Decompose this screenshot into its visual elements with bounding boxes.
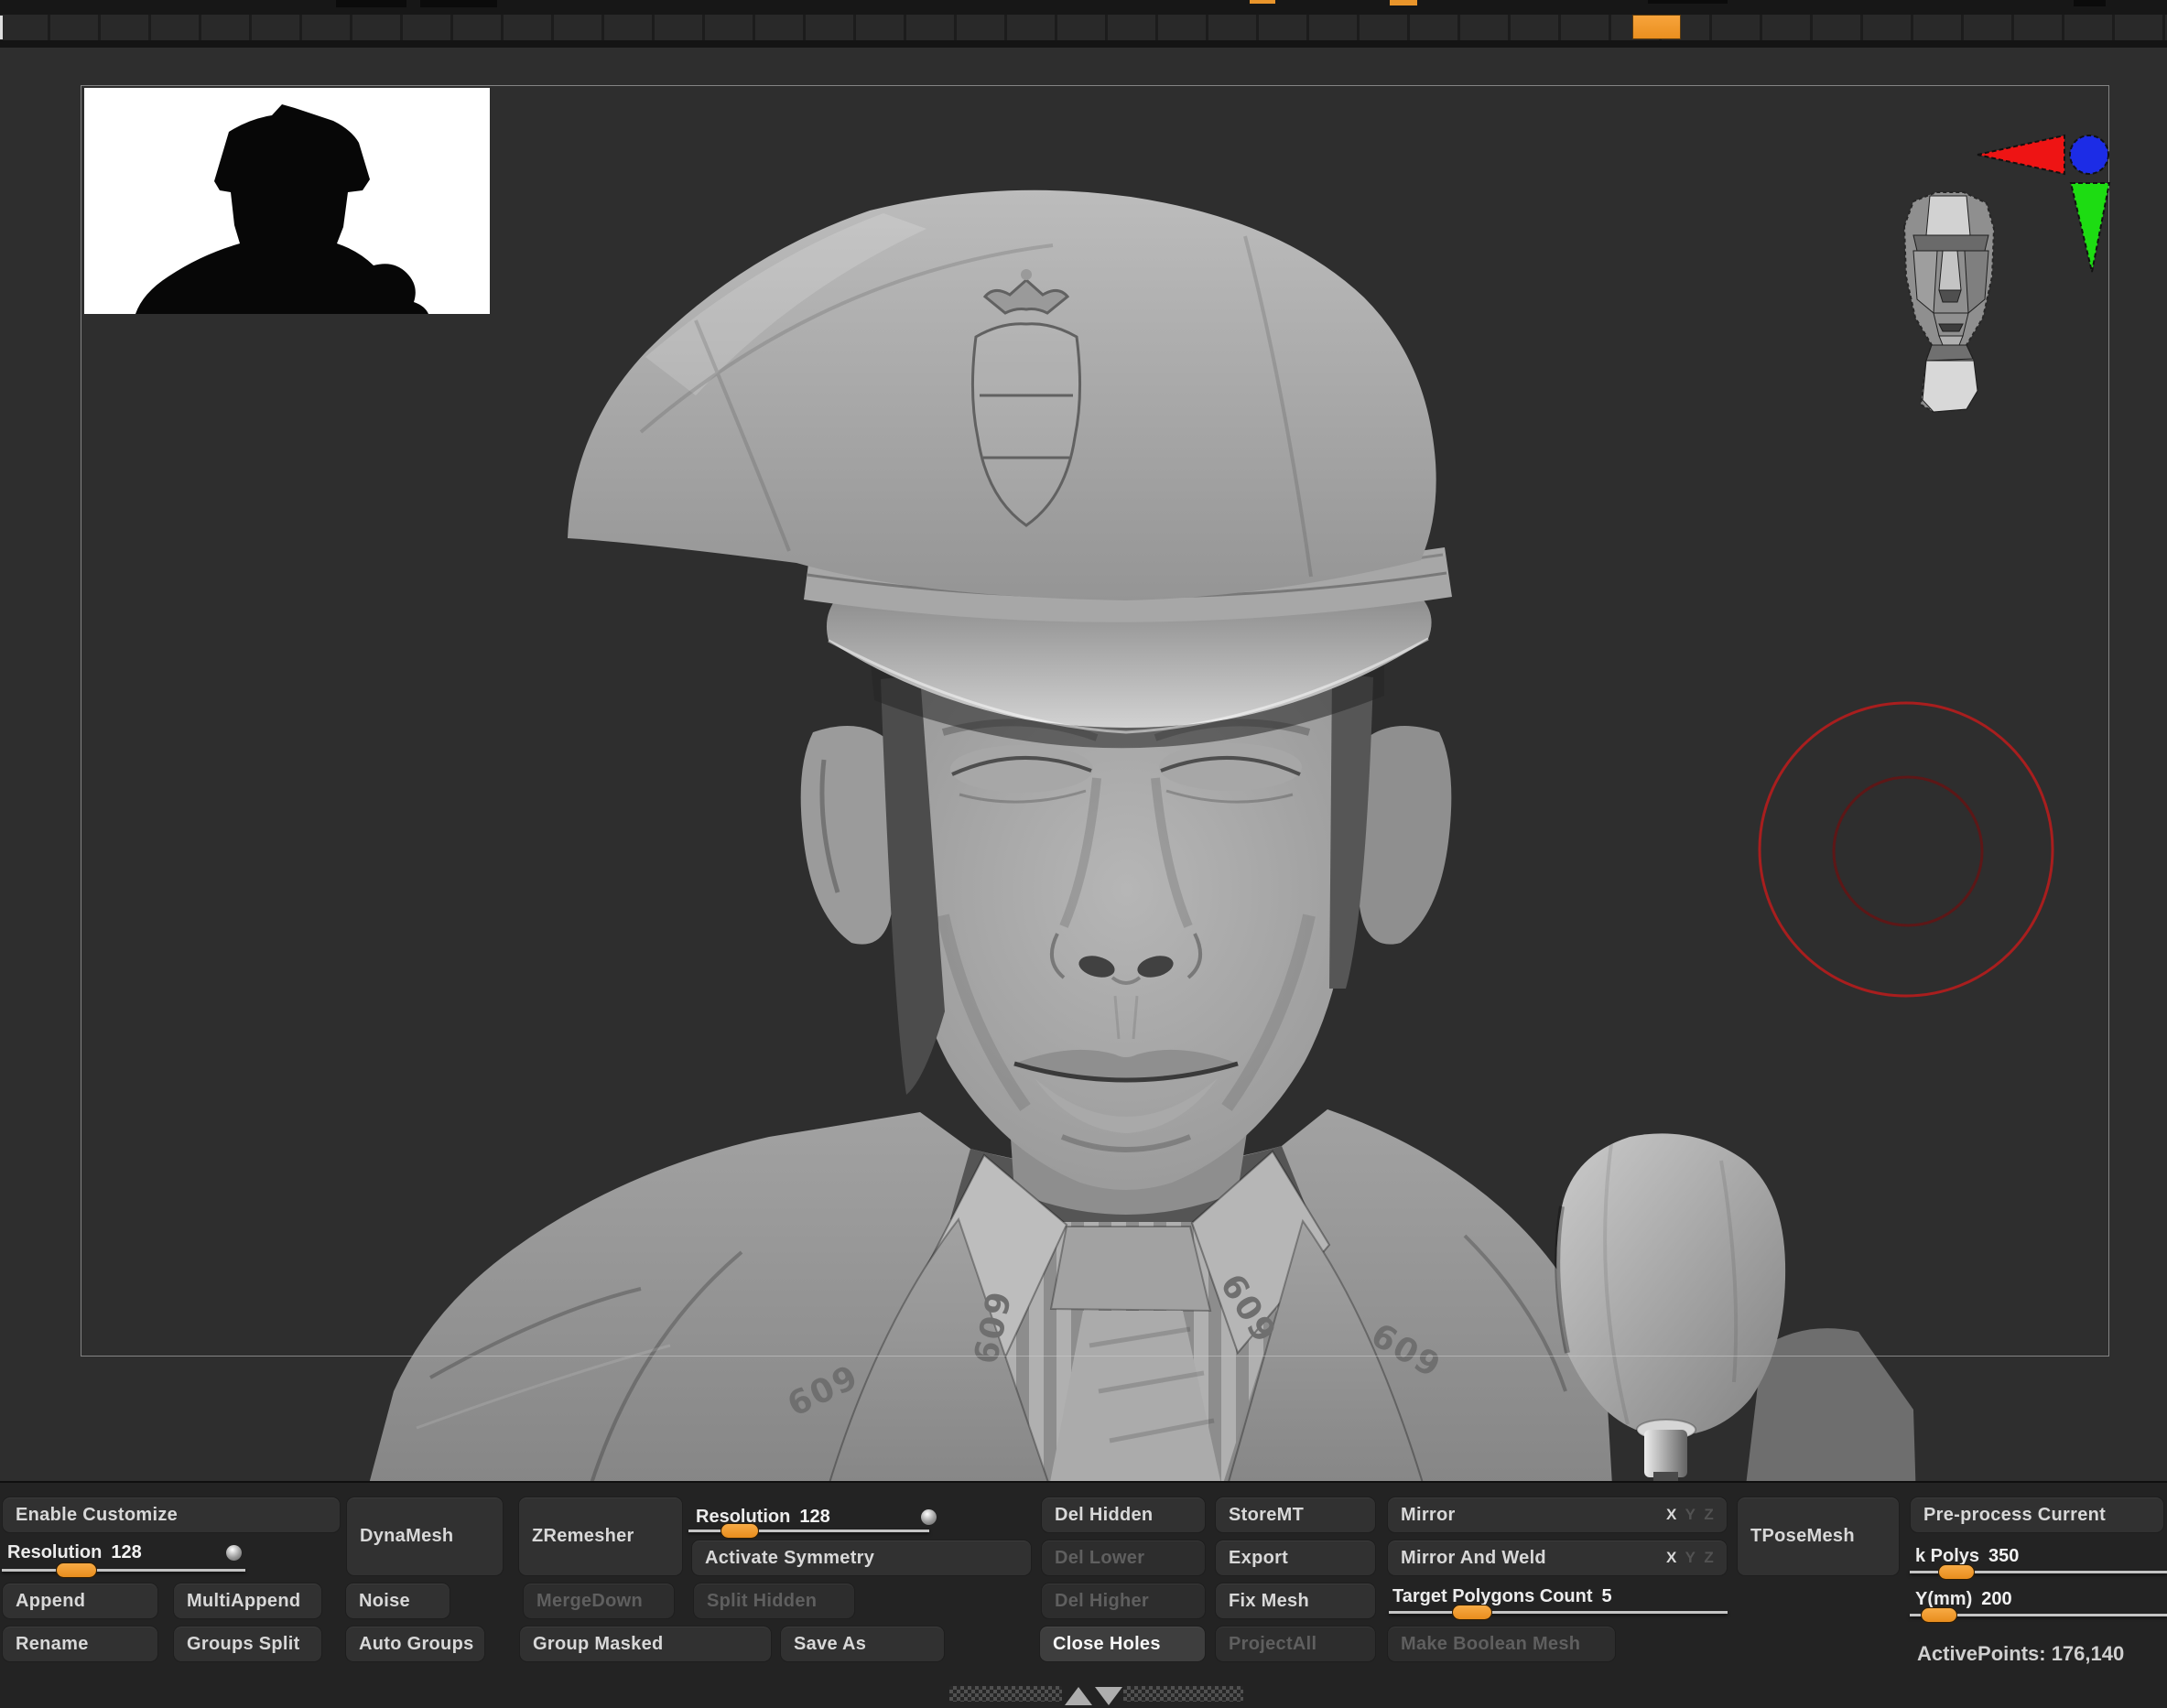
del-higher-button: Del Higher [1041,1583,1206,1619]
app-window: 609 609 609 609 Enable Customize DynaMes… [0,0,2167,1708]
active-shelf-swatch[interactable] [1632,15,1681,39]
export-button[interactable]: Export [1215,1540,1376,1576]
rename-button[interactable]: Rename [2,1626,158,1662]
top-menu-strip [0,0,2167,15]
active-menu-marker [1250,0,1275,4]
enable-customize-button[interactable]: Enable Customize [2,1497,341,1533]
slider-name: Target Polygons Count [1392,1586,1593,1606]
brush-cursor-icon [1758,701,2054,998]
active-points-status: ActivePoints: 176,140 [1917,1642,2125,1665]
multi-append-button[interactable]: MultiAppend [173,1583,322,1619]
preprocess-current-button[interactable]: Pre-process Current [1910,1497,2164,1533]
store-mt-button[interactable]: StoreMT [1215,1497,1376,1533]
fix-mesh-button[interactable]: Fix Mesh [1215,1583,1376,1619]
del-hidden-button[interactable]: Del Hidden [1041,1497,1206,1533]
tool-shelf[interactable] [0,15,2167,48]
resolution-slider-handle[interactable] [56,1562,97,1578]
mirror-axis-toggles[interactable]: X Y Z [1666,1506,1714,1524]
resolution2-slider-handle[interactable] [721,1523,759,1539]
active-menu-marker [1390,0,1417,5]
y-axis-icon [2069,182,2111,273]
save-as-button[interactable]: Save As [780,1626,945,1662]
close-holes-button[interactable]: Close Holes [1039,1626,1206,1662]
alpha-preview [84,88,490,314]
slider-name: Y(mm) [1915,1589,1973,1609]
group-masked-button[interactable]: Group Masked [519,1626,772,1662]
axis-x-toggle[interactable]: X [1666,1506,1677,1524]
target-polygons-slider-handle[interactable] [1452,1605,1492,1620]
auto-groups-button[interactable]: Auto Groups [345,1626,485,1662]
activate-symmetry-button[interactable]: Activate Symmetry [691,1540,1032,1576]
mirror-and-weld-button[interactable]: Mirror And Weld X Y Z [1387,1540,1728,1576]
scroll-down-icon[interactable] [1095,1687,1122,1705]
zremesher-button[interactable]: ZRemesher [518,1497,683,1576]
append-button[interactable]: Append [2,1583,158,1619]
menu-fragment [336,0,406,7]
split-hidden-button: Split Hidden [693,1583,855,1619]
axis-z-toggle[interactable]: Z [1704,1506,1714,1524]
target-polygons-slider-track[interactable] [1389,1611,1728,1614]
dynamesh-button[interactable]: DynaMesh [346,1497,504,1576]
silhouette-icon [135,104,428,314]
palette-scroll-track-right[interactable] [1123,1686,1243,1702]
resolution-slider-track[interactable] [2,1569,245,1572]
del-lower-button: Del Lower [1041,1540,1206,1576]
axis-gizmo[interactable] [1886,130,2124,432]
slider-value: 350 [1988,1546,2020,1566]
y-mm-slider-handle[interactable] [1921,1607,1957,1623]
resolution2-radio-icon[interactable] [921,1509,937,1525]
menu-fragment [420,0,497,7]
slider-value: 128 [111,1542,142,1562]
resolution-slider-label: Resolution 128 [7,1541,142,1563]
project-all-button: ProjectAll [1215,1626,1376,1662]
axis-y-toggle[interactable]: Y [1685,1506,1696,1524]
mirror-and-weld-label: Mirror And Weld [1401,1547,1546,1568]
slider-value: 128 [799,1507,830,1527]
k-polys-slider-handle[interactable] [1938,1564,1975,1580]
planes-head-preview [1902,191,1996,414]
mirror-label: Mirror [1401,1504,1456,1525]
slider-name: k Polys [1915,1546,1980,1566]
axis-y-toggle[interactable]: Y [1685,1549,1696,1567]
slider-value: 200 [1981,1589,2012,1609]
slider-name: Resolution [7,1542,103,1562]
tpose-mesh-button[interactable]: TPoseMesh [1737,1497,1900,1576]
noise-button[interactable]: Noise [345,1583,450,1619]
merge-down-button: MergeDown [523,1583,675,1619]
resolution-radio-icon[interactable] [226,1545,242,1561]
palette-scroll-track-left[interactable] [949,1686,1062,1702]
groups-split-button[interactable]: Groups Split [173,1626,322,1662]
menu-fragment [2074,0,2106,6]
slider-value: 5 [1601,1586,1612,1606]
menu-fragment [1648,0,1728,4]
mirror-button[interactable]: Mirror X Y Z [1387,1497,1728,1533]
axis-z-toggle[interactable]: Z [1704,1549,1714,1567]
resolution2-slider-label: Resolution 128 [696,1506,830,1528]
x-axis-icon [1977,134,2065,176]
scroll-up-icon[interactable] [1065,1687,1092,1705]
shelf-edge [0,16,3,39]
mirror-weld-axis-toggles[interactable]: X Y Z [1666,1549,1714,1567]
z-axis-icon [2069,135,2109,175]
make-boolean-mesh-button: Make Boolean Mesh [1387,1626,1616,1662]
axis-x-toggle[interactable]: X [1666,1549,1677,1567]
target-polygons-slider-label: Target Polygons Count 5 [1392,1585,1612,1607]
